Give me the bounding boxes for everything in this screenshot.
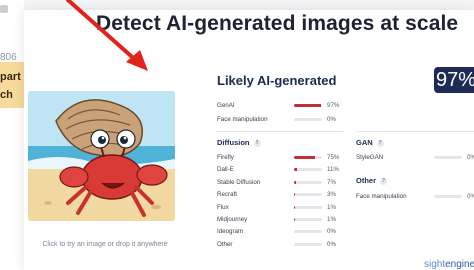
section-title: Diffusion — [217, 138, 250, 147]
probability-value: 0% — [327, 240, 336, 248]
probability-bar — [294, 180, 322, 184]
brand-logo: sightengine — [424, 259, 474, 270]
result-row: Ideogram 0% — [217, 227, 347, 237]
page-title: Detect AI-generated images at scale — [96, 12, 459, 35]
result-row: Face manipulation 0% — [217, 115, 347, 125]
probability-value: 1% — [327, 216, 336, 223]
section-other: Other? — [356, 176, 388, 185]
probability-bar — [294, 104, 322, 107]
result-label: Face manipulation — [356, 193, 407, 200]
probability-value: 11% — [327, 166, 339, 174]
result-label: Face manipulation — [217, 116, 268, 123]
hermit-crab-image — [28, 91, 175, 221]
result-label: Midjourney — [217, 216, 248, 223]
probability-bar — [434, 195, 462, 198]
section-title: GAN — [356, 138, 373, 147]
verdict-label: Likely AI-generated — [217, 73, 337, 88]
result-row: Other 0% — [217, 240, 347, 250]
background-text: ch — [0, 89, 13, 101]
result-row: StyleGAN 0% — [356, 153, 474, 163]
probability-value: 75% — [327, 154, 340, 161]
probability-value: 97% — [327, 102, 340, 109]
result-row: Stable Diffusion 7% — [217, 178, 347, 188]
probability-bar — [294, 168, 322, 172]
divider — [356, 131, 474, 132]
help-icon[interactable]: ? — [380, 178, 388, 185]
help-icon[interactable]: ? — [253, 140, 261, 147]
probability-value: 0% — [327, 116, 336, 123]
help-icon[interactable]: ? — [376, 140, 384, 147]
probability-value: 0% — [327, 228, 336, 236]
result-label: StyleGAN — [356, 154, 384, 161]
result-row: Firefly 75% — [217, 153, 347, 163]
result-row: Recraft 3% — [217, 190, 347, 200]
result-row: Face manipulation 0% — [356, 192, 474, 202]
probability-bar — [294, 218, 322, 221]
probability-fill — [294, 193, 295, 197]
result-label: Dall-E — [217, 166, 234, 174]
result-label: Flux — [217, 203, 229, 211]
divider — [217, 131, 343, 132]
result-row: Flux 1% — [217, 203, 347, 213]
probability-bar — [294, 156, 322, 159]
probability-fill — [294, 156, 315, 159]
probability-value: 1% — [327, 203, 336, 211]
result-label: Recraft — [217, 191, 237, 199]
probability-value: 0% — [467, 193, 474, 200]
section-title: Other — [356, 176, 377, 185]
result-label: Stable Diffusion — [217, 178, 261, 186]
section-diffusion: Diffusion? — [217, 138, 261, 147]
probability-bar — [294, 242, 322, 246]
score-badge: 97% — [434, 67, 474, 93]
probability-fill — [294, 180, 296, 184]
background-text: part — [0, 71, 21, 83]
probability-bar — [294, 118, 322, 121]
probability-fill — [294, 104, 322, 107]
probability-value: 7% — [327, 178, 336, 186]
background-banner — [0, 62, 24, 108]
probability-bar — [434, 156, 462, 159]
result-label: Ideogram — [217, 228, 244, 236]
probability-bar — [294, 205, 322, 209]
probability-fill — [294, 168, 298, 172]
upload-caption: Click to try an image or drop it anywher… — [42, 241, 168, 248]
result-label: Firefly — [217, 154, 234, 161]
probability-value: 3% — [327, 191, 336, 199]
result-label: GenAI — [217, 102, 235, 109]
background-page-edge: 806 part ch — [0, 0, 24, 270]
section-gan: GAN? — [356, 138, 384, 147]
result-row: Dall-E 11% — [217, 165, 347, 175]
probability-bar — [294, 230, 322, 234]
probability-value: 0% — [467, 154, 474, 161]
background-square — [0, 5, 8, 13]
result-row: Midjourney 1% — [217, 215, 347, 225]
result-label: Other — [217, 240, 233, 248]
uploaded-image-dropzone[interactable] — [28, 91, 175, 221]
probability-bar — [294, 193, 322, 197]
result-row: GenAI 97% — [217, 101, 347, 111]
